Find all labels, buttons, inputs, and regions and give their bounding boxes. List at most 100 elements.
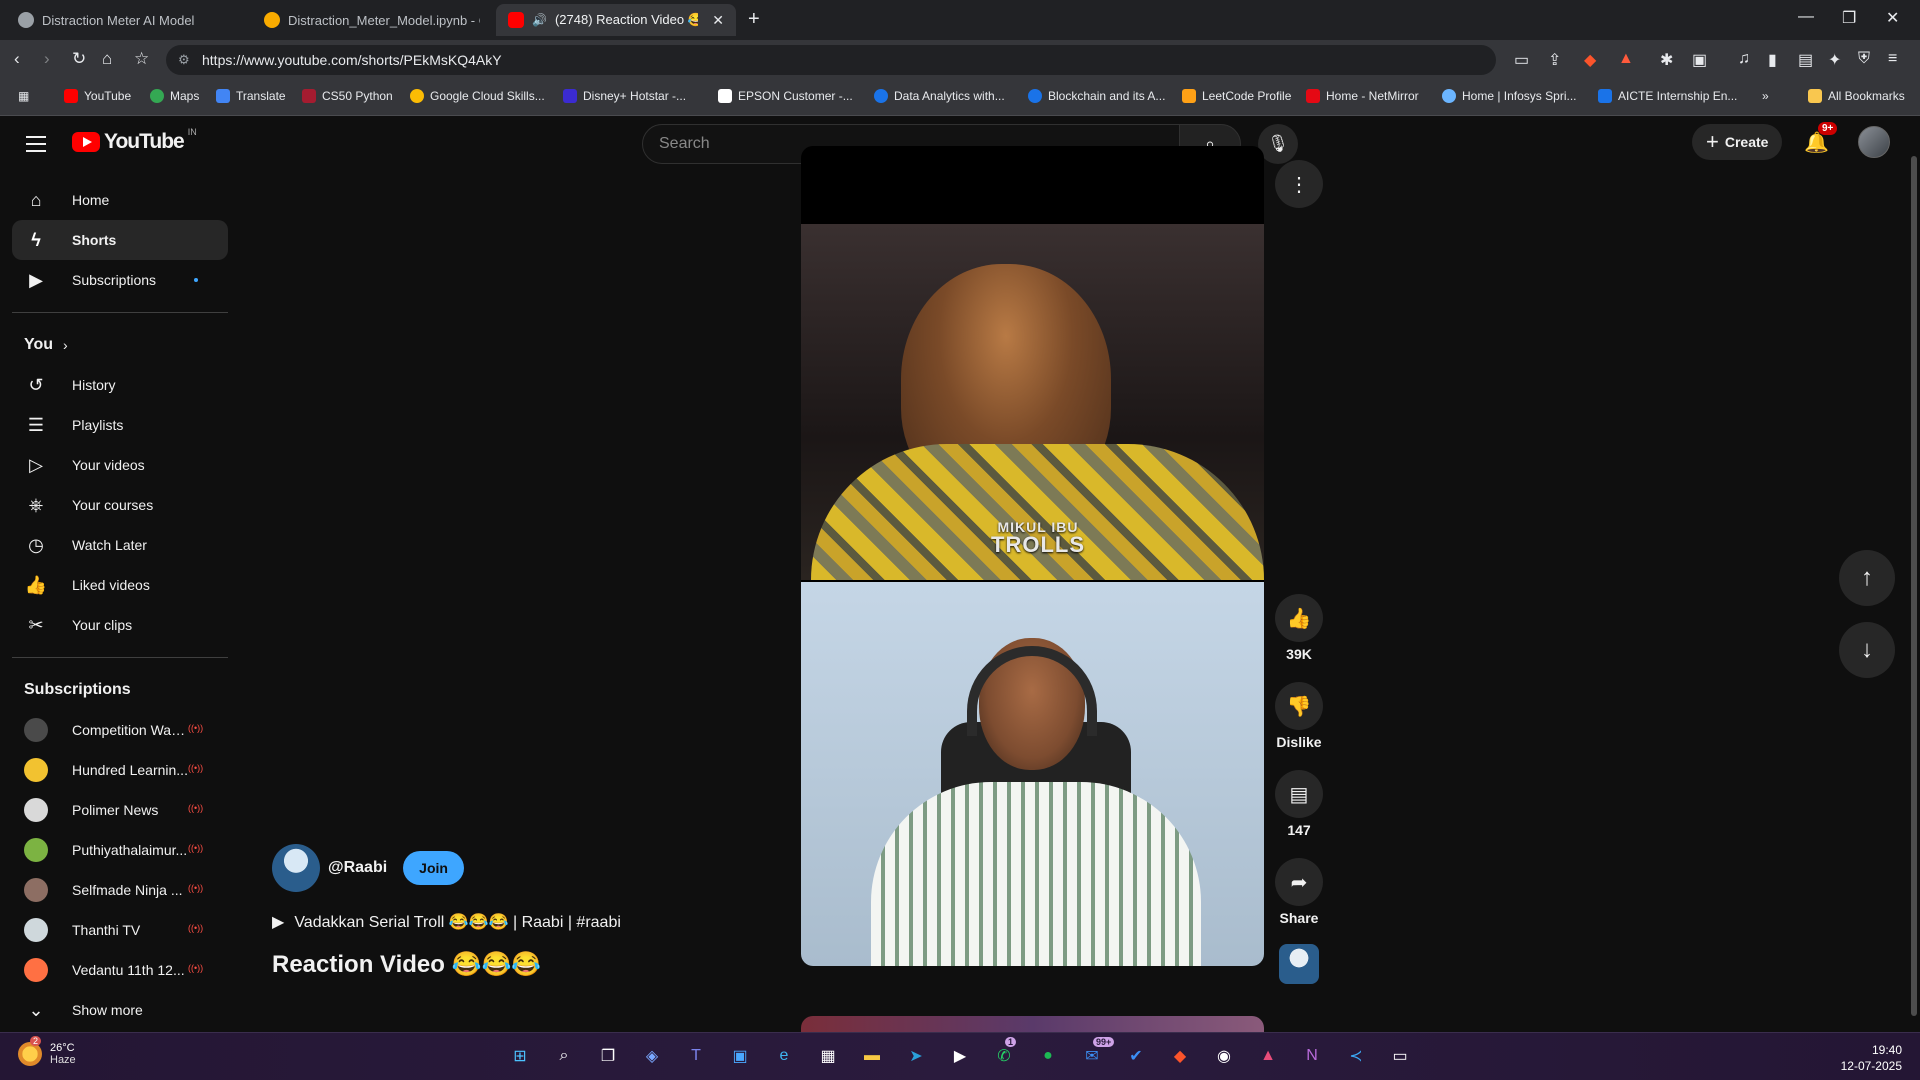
subscription-item[interactable]: Thanthi TV ((•)) <box>12 910 228 950</box>
weather-widget[interactable]: 2 26°C Haze <box>18 1036 76 1066</box>
bookmark-netmirror[interactable]: Home - NetMirror <box>1306 89 1419 103</box>
subscription-item[interactable]: Hundred Learnin... ((•)) <box>12 750 228 790</box>
tab-youtube-active[interactable]: 🔊 (2748) Reaction Video 😂😂😂 ✕ <box>496 4 736 36</box>
subscription-item[interactable]: Competition Wall... ((•)) <box>12 710 228 750</box>
bookmark-aicte[interactable]: AICTE Internship En... <box>1598 89 1737 103</box>
sidebar-item-your-clips[interactable]: ✂ Your clips <box>12 605 228 645</box>
sidebar-item-subscriptions[interactable]: ▶ Subscriptions <box>12 260 228 300</box>
new-tab-button[interactable]: + <box>748 8 760 31</box>
tab-distraction-meter[interactable]: Distraction Meter AI Model <box>6 4 246 36</box>
all-bookmarks[interactable]: All Bookmarks <box>1808 89 1905 103</box>
system-clock[interactable]: 19:40 12-07-2025 <box>1830 1042 1902 1074</box>
tab-colab[interactable]: Distraction_Meter_Model.ipynb - Col <box>252 4 492 36</box>
app-icon[interactable]: ▲ <box>1255 1043 1281 1069</box>
bookmark-youtube[interactable]: YouTube <box>64 89 131 103</box>
channel-name[interactable]: @Raabi <box>328 859 387 877</box>
sound-row[interactable]: ▶ Vadakkan Serial Troll 😂😂😂 | Raabi | #r… <box>272 912 772 932</box>
sidebar-item-your-courses[interactable]: ⎈ Your courses <box>12 485 228 525</box>
whatsapp-icon[interactable]: ✆ 1 <box>991 1037 1017 1069</box>
spotify-icon[interactable]: ● <box>1035 1043 1061 1069</box>
telegram-icon[interactable]: ➤ <box>903 1043 929 1069</box>
bookmark-cs50[interactable]: CS50 Python <box>302 89 393 103</box>
dislike-button[interactable]: 👎 <box>1275 682 1323 730</box>
terminal-icon[interactable]: ▭ <box>1387 1043 1413 1069</box>
create-button[interactable]: + Create <box>1692 124 1783 160</box>
sidebar-item-your-videos[interactable]: ▷ Your videos <box>12 445 228 485</box>
subscription-item[interactable]: Puthiyathalaimur... ((•)) <box>12 830 228 870</box>
guide-menu-icon[interactable] <box>26 136 46 152</box>
back-icon[interactable]: ‹ <box>14 49 20 69</box>
brave-shields-icon[interactable]: ◆ <box>1584 50 1596 70</box>
file-explorer-icon[interactable]: ▬ <box>859 1043 885 1069</box>
share-button[interactable]: ➦ <box>1275 858 1323 906</box>
you-section-header[interactable]: You › <box>12 325 228 365</box>
comments-button[interactable]: ▤ <box>1275 770 1323 818</box>
bookmark-blockchain[interactable]: Blockchain and its A... <box>1028 89 1165 103</box>
address-bar[interactable]: ⚙ https://www.youtube.com/shorts/PEkMsKQ… <box>166 45 1496 75</box>
media-icon[interactable]: ♫ <box>1738 50 1750 68</box>
extensions-icon[interactable]: ✱ <box>1660 50 1673 70</box>
brave-rewards-icon[interactable]: ▲ <box>1618 50 1634 68</box>
vscode-icon[interactable]: ≺ <box>1343 1043 1369 1069</box>
sidebar-item-shorts[interactable]: ϟ Shorts <box>12 220 228 260</box>
bookmark-infosys[interactable]: Home | Infosys Spri... <box>1442 89 1577 103</box>
task-view-icon[interactable]: ❐ <box>595 1043 621 1069</box>
reload-icon[interactable]: ↻ <box>72 49 86 69</box>
forward-icon[interactable]: › <box>44 49 50 69</box>
notifications-button[interactable]: 🔔 9+ <box>1804 122 1838 155</box>
voice-search-button[interactable]: 🎙 <box>1258 124 1298 164</box>
more-options-button[interactable]: ⋮ <box>1275 160 1323 208</box>
bookmark-translate[interactable]: Translate <box>216 89 286 103</box>
cast-icon[interactable]: ▭ <box>1514 50 1529 70</box>
search-taskbar-icon[interactable]: ⌕ <box>551 1043 577 1069</box>
subscription-item[interactable]: Vedantu 11th 12... ((•)) <box>12 950 228 990</box>
previous-short-button[interactable]: ↑ <box>1839 550 1895 606</box>
bookmark-maps[interactable]: Maps <box>150 89 199 103</box>
join-button[interactable]: Join <box>403 851 464 885</box>
screenshot-icon[interactable]: ▣ <box>1692 50 1707 70</box>
page-scrollbar[interactable] <box>1908 116 1920 1032</box>
sound-remix-thumbnail[interactable] <box>1279 944 1319 984</box>
share-icon[interactable]: ⇪ <box>1548 50 1561 70</box>
edge-icon[interactable]: e <box>771 1043 797 1069</box>
like-button[interactable]: 👍 <box>1275 594 1323 642</box>
start-icon[interactable]: ⊞ <box>507 1043 533 1069</box>
more-bookmarks-icon[interactable]: » <box>1762 89 1769 103</box>
subscription-item[interactable]: Selfmade Ninja ... ((•)) <box>12 870 228 910</box>
minimize-icon[interactable]: — <box>1798 8 1814 26</box>
github-icon[interactable]: ◉ <box>1211 1043 1237 1069</box>
show-more-button[interactable]: ⌄ Show more <box>12 990 228 1030</box>
account-avatar[interactable] <box>1858 126 1890 158</box>
restore-icon[interactable]: ❐ <box>1842 8 1856 28</box>
next-short-button[interactable]: ↓ <box>1839 622 1895 678</box>
site-info-icon[interactable]: ⚙ <box>178 52 190 68</box>
leo-ai-icon[interactable]: ✦ <box>1828 50 1841 70</box>
close-window-icon[interactable]: ✕ <box>1886 8 1899 28</box>
wallet-icon[interactable]: ▤ <box>1798 50 1813 70</box>
sidebar-item-liked-videos[interactable]: 👍 Liked videos <box>12 565 228 605</box>
widgets-icon[interactable]: ▣ <box>727 1043 753 1069</box>
scrollbar-thumb[interactable] <box>1911 156 1917 1016</box>
brave-taskbar-icon[interactable]: ◆ <box>1167 1043 1193 1069</box>
sidebar-icon[interactable]: ▮ <box>1768 50 1777 70</box>
channel-avatar[interactable] <box>272 844 320 892</box>
bookmark-google-cloud[interactable]: Google Cloud Skills... <box>410 89 545 103</box>
close-tab-icon[interactable]: ✕ <box>712 12 724 29</box>
sidebar-item-watch-later[interactable]: ◷ Watch Later <box>12 525 228 565</box>
onenote-icon[interactable]: N <box>1299 1043 1325 1069</box>
shorts-player[interactable]: MIKUL IBU TROLLS <box>801 146 1264 966</box>
menu-icon[interactable]: ≡ <box>1888 50 1897 68</box>
store-icon[interactable]: ▦ <box>815 1043 841 1069</box>
teams-icon[interactable]: T <box>683 1043 709 1069</box>
sidebar-item-home[interactable]: ⌂ Home <box>12 180 228 220</box>
bookmark-leetcode[interactable]: LeetCode Profile <box>1182 89 1291 103</box>
youtube-logo[interactable]: YouTube IN <box>72 127 197 154</box>
mail-icon[interactable]: ✉ 99+ <box>1079 1037 1115 1069</box>
home-browser-icon[interactable]: ⌂ <box>102 49 112 69</box>
bookmark-hotstar[interactable]: Disney+ Hotstar -... <box>563 89 686 103</box>
bookmark-icon[interactable]: ☆ <box>134 49 149 69</box>
subscription-item[interactable]: Polimer News ((•)) <box>12 790 228 830</box>
bookmark-epson[interactable]: EPSON Customer -... <box>718 89 853 103</box>
bookmark-data-analytics[interactable]: Data Analytics with... <box>874 89 1005 103</box>
sidebar-item-playlists[interactable]: ☰ Playlists <box>12 405 228 445</box>
